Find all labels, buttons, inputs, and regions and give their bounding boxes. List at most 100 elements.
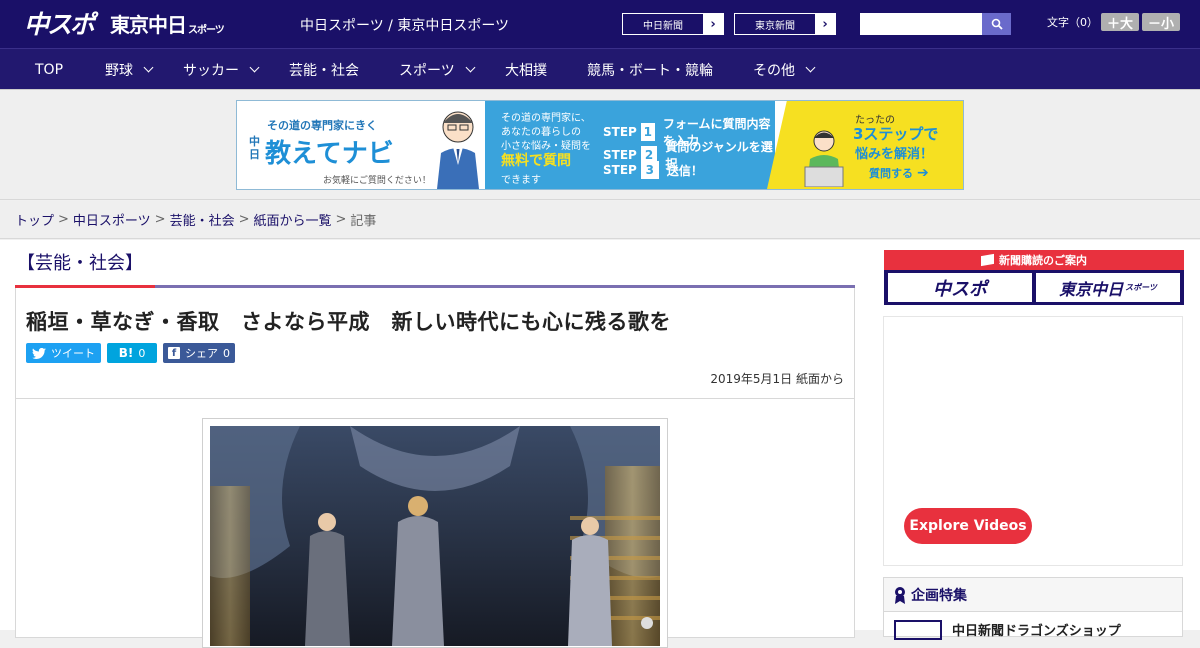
- step-number: 3: [640, 161, 659, 179]
- subscription-title: 新聞購読のご案内: [999, 254, 1087, 267]
- nav-label: 野球: [105, 62, 133, 79]
- step-label: STEP: [603, 163, 637, 177]
- article-photo-frame: [202, 418, 668, 648]
- nav-label: 大相撲: [505, 62, 547, 79]
- breadcrumb-paper-list[interactable]: 紙面から一覧: [254, 210, 332, 229]
- facebook-share-button[interactable]: f シェア 0: [163, 343, 235, 363]
- special-feature-title: 中日新聞ドラゴンズショップ: [952, 624, 1121, 639]
- banner-step-3: STEP 3 送信！: [603, 161, 703, 179]
- nav-item-racing[interactable]: 競馬・ボート・競輪: [587, 49, 713, 90]
- banner-right-sub: 悩みを解消！: [855, 147, 934, 162]
- subscribe-chuspo-logo[interactable]: 中スポ: [888, 273, 1032, 302]
- explore-videos-button[interactable]: Explore Videos: [904, 508, 1032, 544]
- breadcrumb-separator: >: [335, 212, 347, 227]
- tweet-label: ツイート: [51, 347, 95, 360]
- subscription-header: 新聞購読のご案内: [884, 250, 1184, 270]
- chevron-down-icon: [805, 62, 816, 73]
- nav-label: TOP: [35, 61, 64, 78]
- breadcrumb-separator: >: [58, 212, 69, 227]
- site-names[interactable]: 中日スポーツ / 東京中日スポーツ: [300, 15, 509, 35]
- font-larger-button[interactable]: ＋大: [1101, 13, 1139, 32]
- chevron-down-icon: [143, 62, 154, 73]
- hatena-icon: B!: [118, 346, 134, 360]
- category-title: 【芸能・社会】: [17, 253, 143, 274]
- banner-brand-panel: その道の専門家にきく 中日 教えてナビ お気軽にご質問ください！: [237, 101, 485, 189]
- article-headline: 稲垣・草なぎ・香取 さよなら平成 新しい時代にも心に残る歌を: [26, 310, 671, 334]
- step-label: STEP: [603, 148, 637, 162]
- facebook-icon: f: [168, 347, 180, 359]
- facebook-share-count: 0: [223, 346, 230, 360]
- nav-label: スポーツ: [399, 62, 455, 79]
- search-icon: [991, 18, 1003, 30]
- ribbon-badge-icon: [895, 586, 905, 604]
- breadcrumb-current: 記事: [350, 214, 377, 229]
- subscribe-tokyo-chunichi-suffix: スポーツ: [1125, 283, 1157, 292]
- article-divider: [16, 398, 854, 399]
- banner-free-question: 無料で質問: [501, 153, 571, 169]
- nav-item-top[interactable]: TOP: [35, 49, 63, 90]
- tokyo-shimbun-label: 東京新聞: [755, 20, 795, 32]
- chuspo-logo[interactable]: 中スポ: [24, 7, 102, 39]
- breadcrumb-separator: >: [154, 212, 166, 227]
- banner-tagline: その道の専門家にきく: [267, 119, 377, 132]
- subscription-box: 新聞購読のご案内 中スポ 東京中日 スポーツ: [884, 250, 1184, 305]
- oshiete-navi-banner[interactable]: その道の専門家にきく 中日 教えてナビ お気軽にご質問ください！ その道の専門家…: [236, 100, 964, 190]
- breadcrumb-separator: >: [238, 212, 250, 227]
- twitter-bird-icon: [32, 347, 46, 359]
- nav-item-soccer[interactable]: サッカー: [183, 49, 260, 90]
- chunichi-shimbun-link[interactable]: 中日新聞 ›: [622, 13, 724, 35]
- nav-item-entertainment[interactable]: 芸能・社会: [289, 49, 359, 90]
- tokyo-chunichi-logo-suffix: スポーツ: [188, 25, 225, 36]
- tokyo-chunichi-logo[interactable]: 東京中日 スポーツ: [110, 10, 225, 38]
- tokyo-shimbun-link[interactable]: 東京新聞 ›: [734, 13, 836, 35]
- article-photo[interactable]: [210, 426, 660, 646]
- nav-item-baseball[interactable]: 野球: [105, 49, 154, 90]
- chevron-down-icon: [249, 62, 260, 73]
- chevron-right-icon: ›: [815, 14, 835, 34]
- banner-mid-line-2: あなたの暮らしの: [501, 127, 581, 138]
- chevron-right-icon: ›: [703, 14, 723, 34]
- font-smaller-button[interactable]: －小: [1142, 13, 1180, 32]
- article-date: 2019年5月1日 紙面から: [710, 372, 844, 386]
- newspaper-icon: [981, 253, 994, 267]
- banner-mid-tail: できます: [501, 175, 541, 186]
- nav-item-sports[interactable]: スポーツ: [399, 49, 476, 90]
- breadcrumb-entertainment[interactable]: 芸能・社会: [170, 210, 235, 229]
- breadcrumb-top[interactable]: トップ: [15, 210, 54, 229]
- breadcrumb-chunichi-sports[interactable]: 中日スポーツ: [73, 210, 151, 229]
- video-widget: Explore Videos: [883, 316, 1183, 566]
- search-input[interactable]: [860, 13, 982, 35]
- tweet-button[interactable]: ツイート: [26, 343, 101, 363]
- special-feature-item[interactable]: 中日新聞ドラゴンズショップ: [894, 620, 1121, 640]
- subscribe-tokyo-chunichi-text: 東京中日: [1059, 279, 1124, 299]
- banner-note: お気軽にご質問ください！: [323, 176, 431, 186]
- hatena-bookmark-button[interactable]: B! 0: [107, 343, 157, 363]
- stage-photo-icon: [210, 426, 660, 646]
- main-nav: TOP 野球 サッカー 芸能・社会 スポーツ 大相撲 競馬・ボート・競輪 その他: [0, 48, 1200, 89]
- tokyo-chunichi-logo-text: 東京中日: [110, 13, 187, 37]
- nav-label: サッカー: [183, 62, 239, 79]
- banner-info-panel: その道の専門家に、 あなたの暮らしの 小さな悩み・疑問を 無料で質問 できます …: [485, 101, 775, 189]
- breadcrumb: トップ > 中日スポーツ > 芸能・社会 > 紙面から一覧 > 記事: [0, 201, 1200, 239]
- expert-illustration-icon: [437, 111, 479, 189]
- banner-question-button[interactable]: 質問する ➔: [869, 165, 929, 181]
- hatena-count: 0: [138, 346, 146, 360]
- facebook-share-label: シェア: [185, 347, 218, 360]
- nav-label: 競馬・ボート・競輪: [587, 62, 713, 79]
- special-features-title: 企画特集: [911, 587, 967, 604]
- search-button[interactable]: [982, 13, 1011, 35]
- nav-label: その他: [753, 62, 795, 79]
- banner-right-big: 3ステップで: [853, 125, 939, 143]
- special-features-header: 企画特集: [884, 578, 1182, 612]
- nav-item-sumo[interactable]: 大相撲: [505, 49, 547, 90]
- nav-label: 芸能・社会: [289, 62, 359, 79]
- nav-item-other[interactable]: その他: [753, 49, 816, 90]
- chunichi-shimbun-label: 中日新聞: [643, 20, 683, 32]
- special-features-box: 企画特集 中日新聞ドラゴンズショップ: [883, 577, 1183, 640]
- banner-brand-small: 中日: [249, 135, 260, 161]
- site-header: 中スポ 東京中日 スポーツ 中日スポーツ / 東京中日スポーツ 中日新聞 › 東京…: [0, 0, 1200, 48]
- subscribe-tokyo-chunichi-logo[interactable]: 東京中日 スポーツ: [1036, 273, 1180, 302]
- step-text: 送信！: [666, 163, 703, 178]
- article: 稲垣・草なぎ・香取 さよなら平成 新しい時代にも心に残る歌を ツイート B! 0…: [15, 288, 855, 648]
- laptop-person-icon: [804, 130, 844, 187]
